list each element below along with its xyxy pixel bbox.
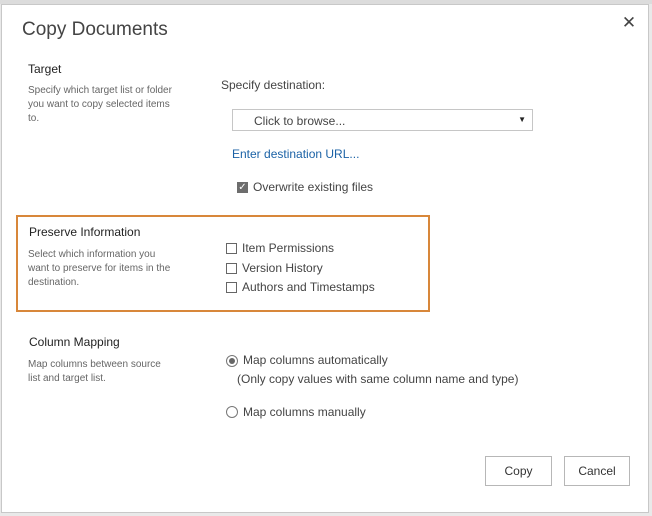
item-permissions-checkbox[interactable] xyxy=(226,243,237,254)
cancel-button[interactable]: Cancel xyxy=(564,456,630,486)
dialog-title: Copy Documents xyxy=(22,19,168,40)
destination-label: Specify destination: xyxy=(221,78,326,92)
map-manual-radio[interactable] xyxy=(226,406,238,418)
map-auto-radio[interactable] xyxy=(226,355,238,367)
radio-selected-dot xyxy=(229,358,235,364)
target-section-title: Target xyxy=(28,62,62,76)
copy-button[interactable]: Copy xyxy=(485,456,552,486)
destination-browse-select[interactable]: Click to browse... ▼ xyxy=(232,109,533,131)
item-permissions-label[interactable]: Item Permissions xyxy=(242,241,334,255)
browse-value: Click to browse... xyxy=(254,114,346,128)
mapping-description: Map columns between source list and targ… xyxy=(28,359,161,384)
dropdown-arrow-icon: ▼ xyxy=(518,115,526,124)
version-history-label[interactable]: Version History xyxy=(242,261,323,275)
map-manual-label[interactable]: Map columns manually xyxy=(243,405,366,419)
map-auto-note: (Only copy values with same column name … xyxy=(237,372,519,386)
map-auto-label[interactable]: Map columns automatically xyxy=(243,353,388,367)
version-history-checkbox[interactable] xyxy=(226,263,237,274)
preserve-description: Select which information you want to pre… xyxy=(28,249,171,288)
copy-documents-dialog: Copy Documents ✕ Target Specify which ta… xyxy=(1,4,649,513)
authors-timestamps-checkbox[interactable] xyxy=(226,282,237,293)
close-icon[interactable]: ✕ xyxy=(619,13,639,33)
enter-destination-url-link[interactable]: Enter destination URL... xyxy=(232,147,359,161)
overwrite-label[interactable]: Overwrite existing files xyxy=(253,180,373,194)
target-description: Specify which target list or folder you … xyxy=(28,85,172,124)
authors-timestamps-label[interactable]: Authors and Timestamps xyxy=(242,280,375,294)
overwrite-checkbox[interactable]: ✓ xyxy=(237,182,248,193)
preserve-section-title: Preserve Information xyxy=(29,225,141,239)
mapping-section-title: Column Mapping xyxy=(29,335,120,349)
